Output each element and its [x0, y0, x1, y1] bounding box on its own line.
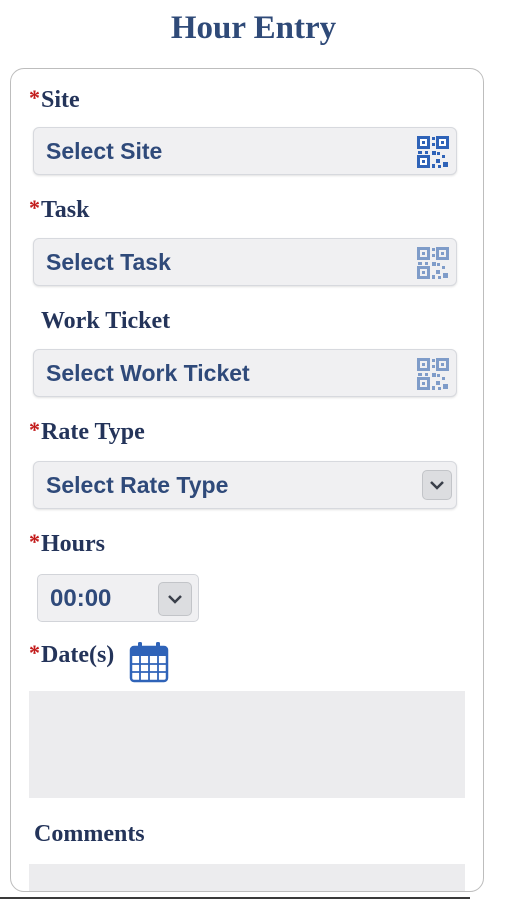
- task-select[interactable]: Select Task: [33, 238, 457, 286]
- work-ticket-label: Work Ticket: [41, 308, 171, 334]
- bottom-divider: [0, 897, 470, 899]
- required-marker: *: [29, 529, 40, 554]
- required-marker: *: [29, 85, 40, 110]
- rate-type-select-value: Select Rate Type: [46, 472, 229, 498]
- work-ticket-select[interactable]: Select Work Ticket: [33, 349, 457, 397]
- dates-label: *Date(s): [29, 640, 115, 668]
- required-marker: *: [29, 195, 40, 220]
- qr-code-icon[interactable]: [416, 246, 450, 280]
- task-select-value: Select Task: [46, 249, 171, 275]
- rate-type-label: *Rate Type: [29, 417, 145, 445]
- required-marker: *: [29, 640, 40, 665]
- qr-code-icon[interactable]: [416, 135, 450, 169]
- hours-label: *Hours: [29, 529, 106, 557]
- page-title: Hour Entry: [170, 10, 337, 46]
- dates-list[interactable]: [29, 691, 465, 798]
- chevron-down-icon[interactable]: [422, 470, 452, 500]
- hours-select[interactable]: 00:00: [37, 574, 199, 622]
- work-ticket-select-value: Select Work Ticket: [46, 360, 250, 386]
- hour-entry-form: *Site Select Site *Task Select Task Work…: [10, 68, 484, 892]
- site-label: *Site: [29, 85, 80, 113]
- site-select-value: Select Site: [46, 138, 163, 164]
- task-label: *Task: [29, 195, 90, 223]
- required-marker: *: [29, 417, 40, 442]
- rate-type-select[interactable]: Select Rate Type: [33, 461, 457, 509]
- comments-input[interactable]: [29, 864, 465, 891]
- site-select[interactable]: Select Site: [33, 127, 457, 175]
- hours-select-value: 00:00: [50, 585, 112, 612]
- chevron-down-icon[interactable]: [158, 582, 192, 616]
- calendar-icon[interactable]: [129, 641, 169, 683]
- comments-label: Comments: [34, 821, 145, 847]
- qr-code-icon[interactable]: [416, 357, 450, 391]
